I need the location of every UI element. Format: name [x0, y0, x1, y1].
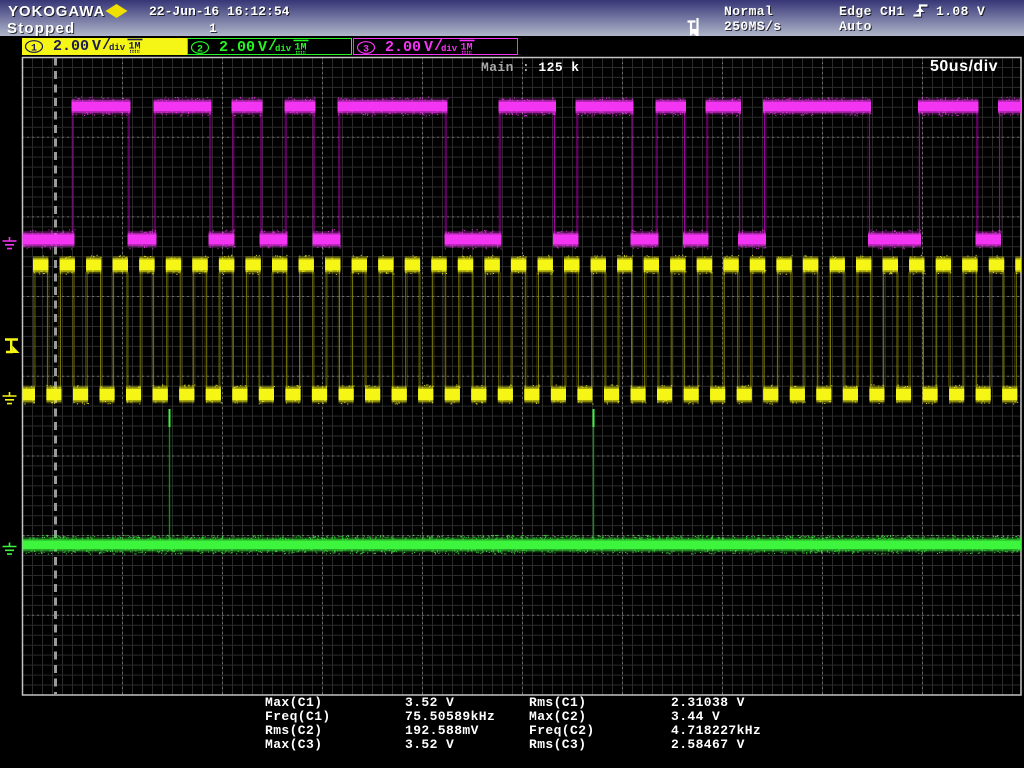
- svg-text:3: 3: [363, 45, 369, 56]
- svg-text:1: 1: [31, 44, 37, 55]
- svg-text:2: 2: [197, 45, 203, 56]
